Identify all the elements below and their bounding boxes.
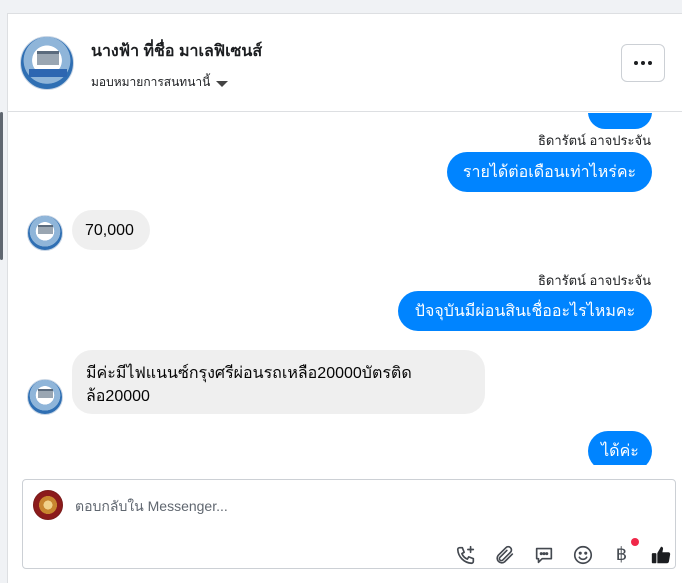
- attachment-icon[interactable]: [493, 543, 516, 566]
- customer-avatar[interactable]: [27, 379, 63, 415]
- composer-toolbar: ฿: [454, 538, 672, 566]
- reply-input[interactable]: [75, 494, 635, 518]
- conversation-panel: นางฟ้า ที่ชื่อ มาเลฟิเซนส์ มอบหมายการสนท…: [7, 13, 682, 583]
- message-bubble-incoming: 70,000: [72, 210, 150, 250]
- assign-dropdown[interactable]: มอบหมายการสนทนานี้: [91, 73, 229, 92]
- message-sender: ธิดารัตน์ อาจประจัน: [537, 273, 651, 288]
- more-dots-icon: [634, 61, 638, 65]
- message-sender: ธิดารัตน์ อาจประจัน: [537, 133, 651, 148]
- saved-replies-icon[interactable]: [532, 543, 555, 566]
- caret-down-icon: [216, 80, 229, 87]
- like-icon[interactable]: [649, 543, 672, 566]
- message-bubble-outgoing: [588, 113, 652, 129]
- page-title[interactable]: นางฟ้า ที่ชื่อ มาเลฟิเซนส์: [91, 39, 262, 64]
- emoji-icon[interactable]: [571, 543, 594, 566]
- assign-label: มอบหมายการสนทนานี้: [91, 75, 211, 89]
- more-options-button[interactable]: [621, 44, 665, 82]
- reply-composer: ฿: [22, 479, 676, 569]
- message-text-line: มีค่ะมีไฟแนนซ์กรุงศรีผ่อนรถเหลือ20000บัต…: [86, 365, 412, 382]
- customer-avatar[interactable]: [27, 215, 63, 251]
- message-thread[interactable]: ธิดารัตน์ อาจประจัน รายได้ต่อเดือนเท่าไห…: [8, 113, 682, 465]
- message-text-line: ล้อ20000: [86, 388, 150, 405]
- conversation-header: นางฟ้า ที่ชื่อ มาเลฟิเซนส์ มอบหมายการสนท…: [8, 14, 682, 112]
- page-avatar[interactable]: [20, 36, 74, 90]
- scroll-indicator: [0, 112, 3, 260]
- add-call-icon[interactable]: [454, 543, 477, 566]
- notification-dot: [631, 538, 639, 546]
- baht-symbol: ฿: [615, 544, 628, 565]
- message-bubble-outgoing: รายได้ต่อเดือนเท่าไหร่คะ: [447, 152, 652, 192]
- message-bubble-incoming: มีค่ะมีไฟแนนซ์กรุงศรีผ่อนรถเหลือ20000บัต…: [72, 350, 485, 414]
- agent-avatar: [33, 490, 63, 520]
- message-bubble-outgoing: ปัจจุบันมีผ่อนสินเชื่ออะไรไหมคะ: [398, 291, 652, 331]
- message-bubble-outgoing: ได้ค่ะ: [588, 431, 652, 465]
- payment-icon[interactable]: ฿: [610, 538, 639, 566]
